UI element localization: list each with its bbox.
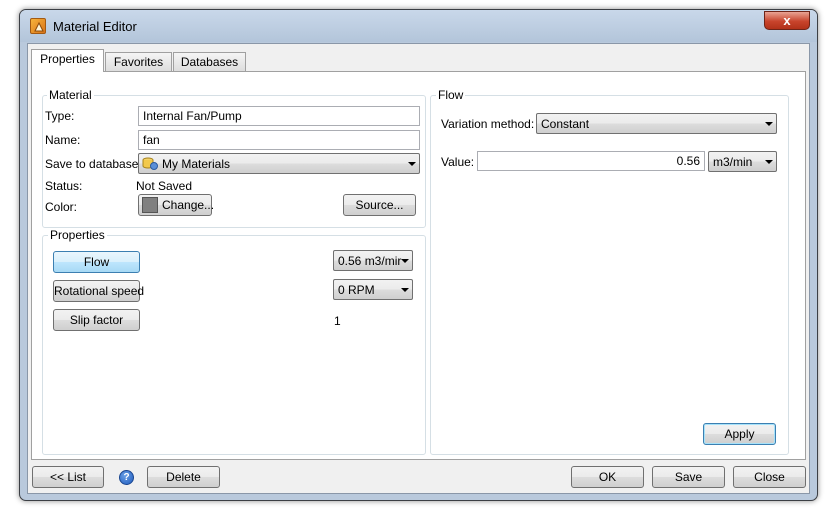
- properties-group-title: Properties: [48, 228, 107, 242]
- flow-value-unit: m3/min: [713, 155, 753, 169]
- flow-unit-value: 0.56 m3/mir: [338, 254, 402, 268]
- status-label: Status:: [45, 179, 83, 193]
- variation-method-label: Variation method:: [441, 117, 535, 131]
- help-icon[interactable]: ?: [119, 470, 134, 485]
- tab-favorites[interactable]: Favorites: [105, 52, 172, 72]
- property-slip-factor-button[interactable]: Slip factor: [53, 309, 140, 331]
- app-icon: [30, 18, 46, 34]
- client-area: Properties Favorites Databases Material …: [27, 43, 810, 494]
- tab-properties[interactable]: Properties: [31, 49, 104, 72]
- save-to-database-combo[interactable]: My Materials: [138, 153, 420, 174]
- flow-unit-combo[interactable]: 0.56 m3/mir: [333, 250, 413, 271]
- ok-button[interactable]: OK: [571, 466, 644, 488]
- value-label: Value:: [441, 155, 475, 169]
- chevron-down-icon: [401, 288, 409, 292]
- save-button[interactable]: Save: [652, 466, 725, 488]
- material-group-title: Material: [47, 88, 94, 102]
- chevron-down-icon: [401, 259, 409, 263]
- list-button[interactable]: << List: [32, 466, 104, 488]
- save-to-database-label: Save to database:: [45, 157, 142, 171]
- property-flow-button[interactable]: Flow: [53, 251, 140, 273]
- color-swatch: [142, 197, 158, 213]
- rotational-speed-combo[interactable]: 0 RPM: [333, 279, 413, 300]
- delete-button[interactable]: Delete: [147, 466, 220, 488]
- source-button[interactable]: Source...: [343, 194, 416, 216]
- database-icon: [142, 156, 158, 171]
- type-field[interactable]: Internal Fan/Pump: [138, 106, 420, 126]
- name-label: Name:: [45, 133, 81, 147]
- close-button[interactable]: Close: [733, 466, 806, 488]
- variation-method-combo[interactable]: Constant: [536, 113, 777, 134]
- slip-factor-value: 1: [334, 314, 341, 328]
- tab-databases[interactable]: Databases: [173, 52, 246, 72]
- chevron-down-icon: [408, 162, 416, 166]
- chevron-down-icon: [765, 160, 773, 164]
- variation-method-value: Constant: [541, 117, 590, 131]
- status-value: Not Saved: [136, 179, 193, 193]
- property-rotational-speed-button[interactable]: Rotational speed: [53, 280, 144, 302]
- properties-tab-page: Material Type: Internal Fan/Pump Name: f…: [31, 71, 806, 460]
- rotational-speed-value: 0 RPM: [338, 283, 375, 297]
- flow-value-unit-combo[interactable]: m3/min: [708, 151, 777, 172]
- window-title: Material Editor: [53, 19, 137, 34]
- flow-group: [430, 95, 789, 455]
- name-field[interactable]: fan: [138, 130, 420, 150]
- color-label: Color:: [45, 200, 78, 214]
- flow-value-field[interactable]: 0.56: [477, 151, 705, 171]
- close-icon: x: [783, 13, 791, 28]
- change-color-label: Change...: [162, 198, 215, 212]
- title-bar[interactable]: Material Editor x: [20, 10, 817, 42]
- material-editor-window: Material Editor x Properties Favorites D…: [19, 9, 818, 501]
- save-to-database-value: My Materials: [162, 157, 231, 171]
- chevron-down-icon: [765, 122, 773, 126]
- apply-button[interactable]: Apply: [703, 423, 776, 445]
- type-label: Type:: [45, 109, 75, 123]
- window-close-button[interactable]: x: [764, 11, 810, 30]
- change-color-button[interactable]: Change...: [138, 194, 215, 216]
- flow-group-title: Flow: [436, 88, 466, 102]
